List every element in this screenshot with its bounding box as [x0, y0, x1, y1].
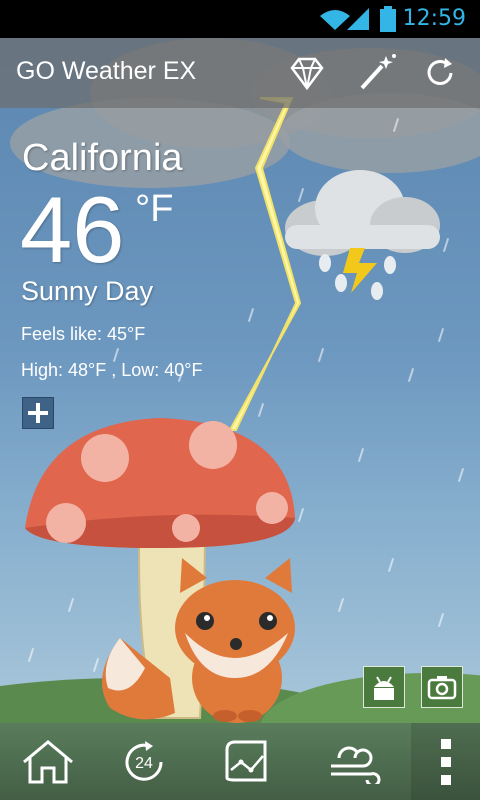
camera-button[interactable] [421, 666, 463, 708]
high-low-temperature: High: 48°F , Low: 40°F [21, 360, 203, 380]
home-icon [22, 739, 73, 783]
theme-button[interactable] [352, 50, 398, 96]
temperature-unit: °F [135, 188, 174, 230]
status-time: 12:59 [402, 6, 466, 31]
refresh-icon [427, 58, 453, 85]
overflow-menu-icon [440, 738, 451, 785]
tab-wind[interactable] [301, 723, 411, 800]
tab-24-hours[interactable]: 24 [95, 723, 193, 800]
premium-button[interactable] [284, 50, 330, 96]
overflow-menu-button[interactable] [411, 723, 480, 800]
wind-icon [331, 746, 381, 784]
refresh-button[interactable] [417, 50, 463, 96]
diamond-icon [290, 57, 324, 91]
android-icon [374, 676, 394, 700]
tab-home[interactable] [0, 723, 95, 800]
svg-text:24: 24 [135, 755, 153, 772]
trend-chart-icon [225, 740, 267, 781]
weather-condition: Sunny Day [21, 276, 154, 306]
thunderstorm-icon [285, 170, 440, 300]
tab-trend[interactable] [193, 723, 301, 800]
current-temperature: 46 [20, 177, 125, 282]
add-city-button[interactable] [22, 397, 54, 429]
action-bar: GO Weather EX [0, 38, 480, 108]
battery-icon [380, 6, 396, 32]
status-bar: 12:59 [0, 0, 480, 38]
bottom-navigation: 24 [0, 723, 480, 800]
magic-wand-icon [360, 54, 396, 90]
camera-icon [427, 676, 457, 700]
signal-icon [347, 8, 369, 30]
feels-like: Feels like: 45°F [21, 324, 146, 344]
app-title: GO Weather EX [16, 57, 197, 85]
android-widget-button[interactable] [363, 666, 405, 708]
city-name: California [22, 137, 183, 179]
plus-icon [28, 403, 48, 423]
24-hour-icon: 24 [125, 740, 163, 781]
